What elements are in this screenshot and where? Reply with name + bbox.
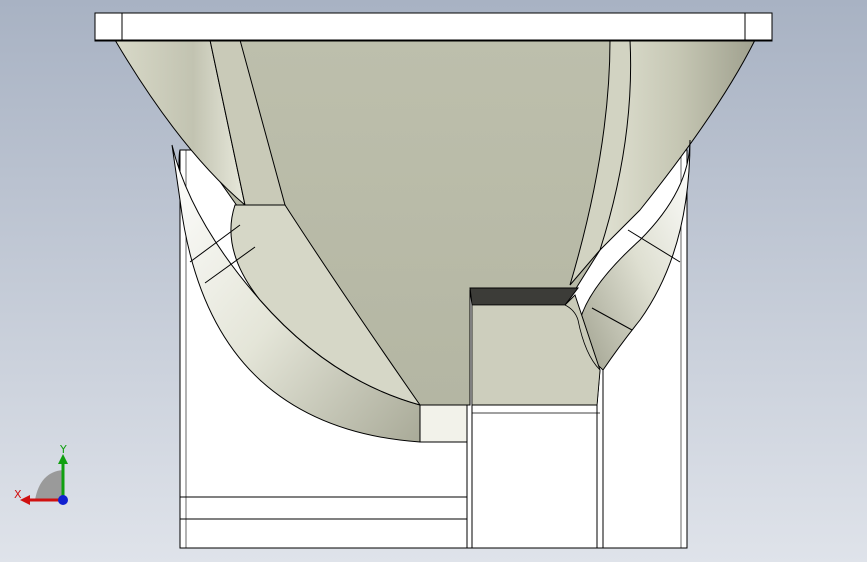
z-axis-dot <box>58 495 68 505</box>
x-axis-label: X <box>14 488 22 501</box>
3d-model[interactable] <box>0 0 867 562</box>
axis-triad: Y X <box>14 443 68 505</box>
graphics-viewport[interactable]: Y X <box>0 0 867 562</box>
top-flange[interactable] <box>94 12 773 42</box>
y-axis-label: Y <box>59 443 67 456</box>
triad-plane-icon <box>35 470 63 500</box>
